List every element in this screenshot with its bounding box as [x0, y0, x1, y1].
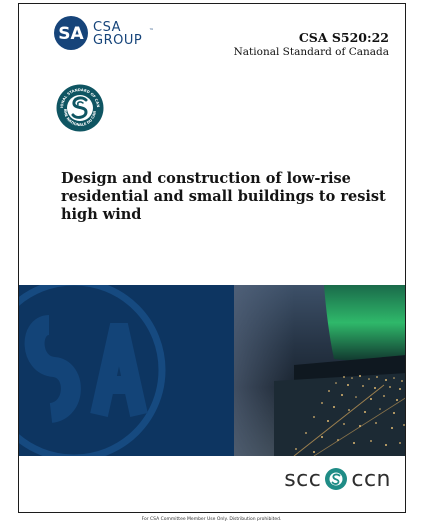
cover-blue-panel: [19, 285, 234, 456]
scc-logo-word: scc: [284, 466, 322, 492]
csa-monogram-icon: SA: [54, 16, 88, 50]
distribution-notice: For CSA Committee Member Use Only. Distr…: [141, 517, 282, 522]
scc-swirl-icon: [325, 468, 348, 490]
document-title: Design and construction of low-rise resi…: [61, 170, 386, 223]
national-standard-of-canada-seal-icon: NATIONAL STANDARD OF CANADA NORME NATION…: [56, 84, 104, 132]
csa-watermark-icon: [19, 285, 166, 456]
ccn-logo-word: ccn: [351, 466, 391, 492]
standard-subtitle: National Standard of Canada: [233, 46, 389, 58]
svg-text:SA: SA: [58, 24, 84, 44]
document-cover: SA CSA GROUP ™ CSA S520:22 National Stan…: [18, 3, 406, 513]
cover-image-band: [19, 285, 405, 456]
standard-number: CSA S520:22: [298, 30, 389, 45]
trademark-symbol: ™: [149, 28, 154, 34]
logo-word-group: GROUP: [93, 33, 143, 48]
csa-group-logo: SA CSA GROUP ™: [53, 15, 183, 55]
city-night-aurora-photo: [234, 285, 405, 456]
scc-ccn-logo: scc ccn: [284, 464, 391, 494]
